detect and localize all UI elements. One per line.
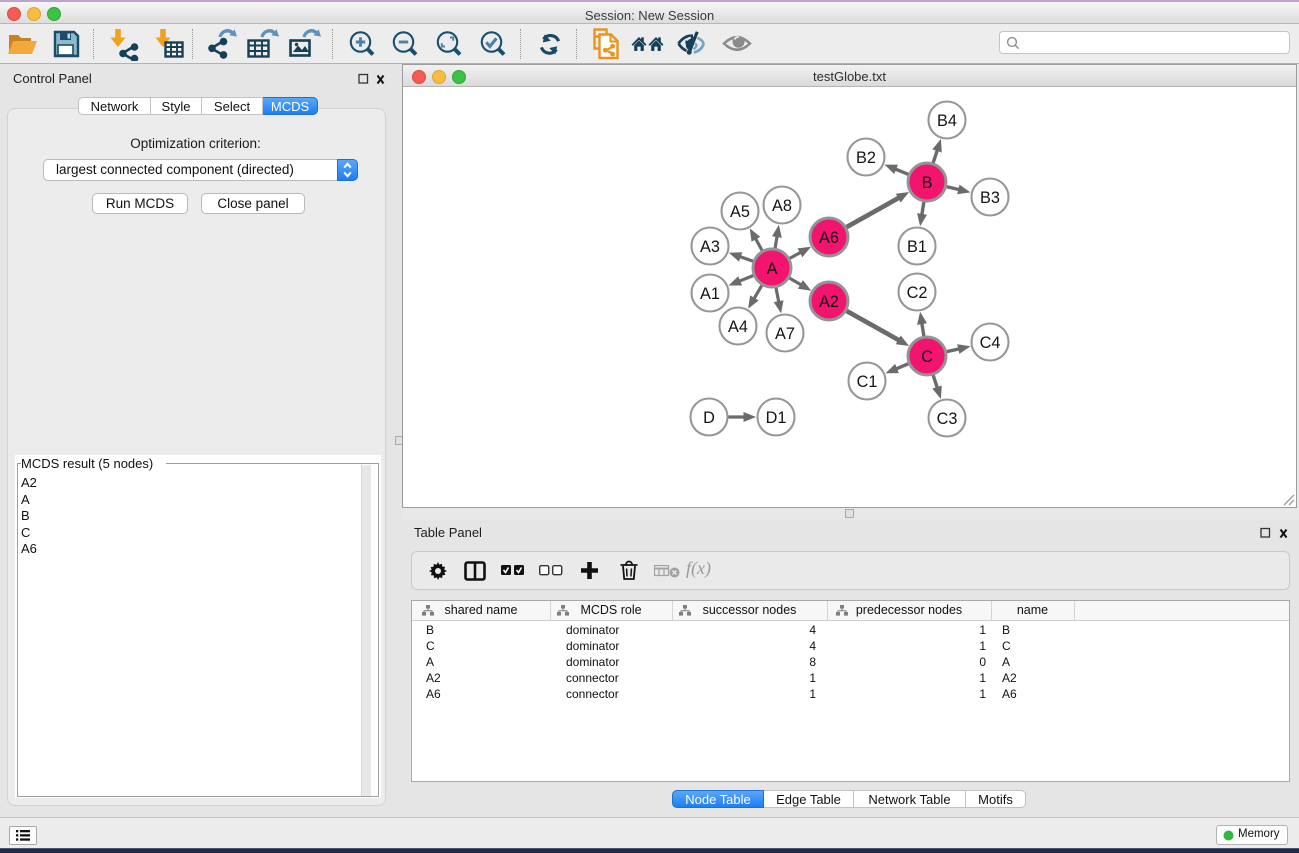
svg-text:C: C bbox=[921, 348, 933, 366]
svg-text:C1: C1 bbox=[857, 373, 878, 391]
svg-text:A4: A4 bbox=[728, 318, 748, 336]
svg-text:A2: A2 bbox=[819, 293, 839, 311]
svg-text:A3: A3 bbox=[700, 238, 720, 256]
svg-text:A1: A1 bbox=[700, 285, 720, 303]
svg-text:A6: A6 bbox=[819, 229, 839, 247]
svg-text:B1: B1 bbox=[907, 238, 927, 256]
svg-text:C3: C3 bbox=[937, 410, 958, 428]
svg-text:A5: A5 bbox=[730, 203, 750, 221]
svg-text:D: D bbox=[703, 409, 715, 427]
svg-text:C4: C4 bbox=[980, 334, 1001, 352]
svg-text:B: B bbox=[922, 174, 933, 192]
svg-text:A: A bbox=[767, 260, 778, 278]
svg-text:B3: B3 bbox=[980, 189, 1000, 207]
svg-text:B2: B2 bbox=[856, 149, 876, 167]
svg-text:B4: B4 bbox=[937, 112, 957, 130]
svg-text:A8: A8 bbox=[772, 197, 792, 215]
svg-text:A7: A7 bbox=[775, 325, 795, 343]
svg-text:D1: D1 bbox=[766, 409, 787, 427]
svg-text:C2: C2 bbox=[907, 284, 928, 302]
